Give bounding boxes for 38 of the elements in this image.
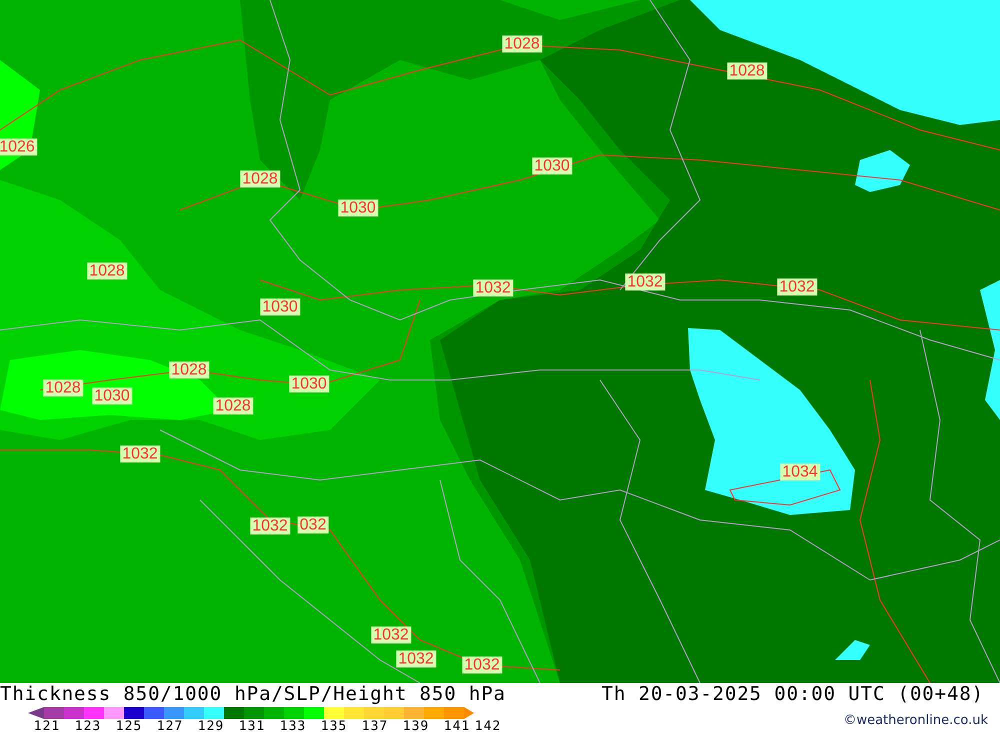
isobar-label: 1028 bbox=[727, 62, 767, 80]
isobar-label: 1032 bbox=[625, 274, 665, 290]
scale-tick-label: 123 bbox=[74, 720, 102, 733]
isobar-label: 1032 bbox=[396, 650, 436, 668]
scale-tick-label: 137 bbox=[362, 720, 388, 733]
copyright-credit: ©weatheronline.co.uk bbox=[843, 713, 988, 728]
scale-tick-label: 133 bbox=[280, 720, 306, 733]
isobar-label: 1034 bbox=[780, 464, 820, 480]
isobar-label: 1028 bbox=[169, 362, 209, 378]
isobar-label: 1028 bbox=[502, 36, 542, 52]
scale-tick-label: 141 bbox=[444, 720, 470, 733]
isobar-label: 1028 bbox=[43, 380, 83, 396]
isobar-label: 1032 bbox=[250, 518, 290, 534]
isobar-label: 1032 bbox=[120, 446, 160, 462]
isobar-label: 1030 bbox=[92, 388, 132, 404]
scale-tick-label: 142 bbox=[474, 720, 502, 733]
scale-tick-label: 135 bbox=[320, 720, 348, 733]
isobar-label: 1030 bbox=[338, 200, 378, 216]
isobar-label: 1032 bbox=[777, 278, 817, 296]
scale-tick-label: 127 bbox=[156, 720, 184, 733]
scale-tick-label: 131 bbox=[238, 720, 266, 733]
isobar-label: 1032 bbox=[462, 656, 502, 674]
isobar-label: 032 bbox=[298, 516, 328, 534]
isobar-label: 1032 bbox=[473, 280, 513, 296]
valid-time: Th 20-03-2025 00:00 UTC (00+48) bbox=[601, 683, 984, 705]
isobar-label: 1028 bbox=[87, 262, 127, 280]
scale-tick-label: 139 bbox=[402, 720, 430, 733]
isobar-label: 1032 bbox=[371, 626, 411, 644]
map-title: Thickness 850/1000 hPa/SLP/Height 850 hPa bbox=[0, 683, 506, 705]
scale-tick-label: 125 bbox=[116, 720, 142, 733]
isobar-label: 1030 bbox=[532, 158, 572, 174]
isobar-label: 1028 bbox=[240, 170, 280, 188]
isobar-label: 1030 bbox=[260, 298, 300, 316]
isobar-label: 1028 bbox=[213, 398, 253, 414]
scale-tick-label: 121 bbox=[34, 720, 60, 733]
scale-tick-label: 129 bbox=[198, 720, 224, 733]
isobar-label: 1030 bbox=[289, 376, 329, 392]
isobar-label: 1026 bbox=[0, 138, 37, 156]
